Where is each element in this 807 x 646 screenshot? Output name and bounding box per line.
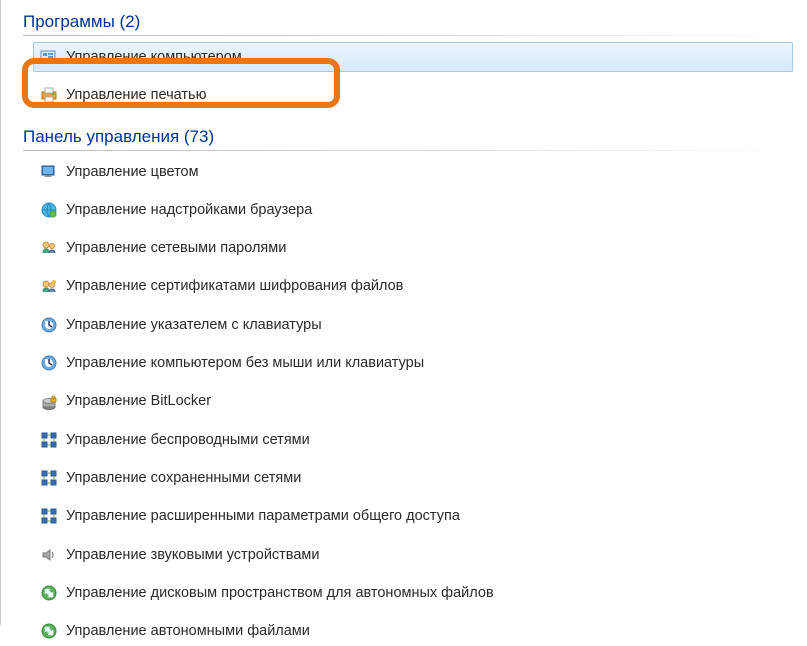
programs-items: Управление компьютером Управление печать… [19, 42, 799, 111]
result-computer-management[interactable]: Управление компьютером [33, 42, 793, 72]
section-header-control-panel: Панель управления (73) [23, 127, 799, 149]
control-panel-items: Управление цветом Управление надстройкам… [19, 157, 799, 646]
section-title: Программы (2) [23, 12, 140, 31]
result-wireless-networks[interactable]: Управление беспроводными сетями [33, 425, 793, 455]
result-sound-devices[interactable]: Управление звуковыми устройствами [33, 540, 793, 570]
result-print-management[interactable]: Управление печатью [33, 80, 793, 110]
result-label: Управление цветом [66, 162, 199, 182]
color-icon [40, 163, 58, 181]
result-bitlocker[interactable]: Управление BitLocker [33, 386, 793, 416]
result-label: Управление автономными файлами [66, 621, 310, 641]
result-label: Управление указателем с клавиатуры [66, 315, 322, 335]
result-color-management[interactable]: Управление цветом [33, 157, 793, 187]
browser-addons-icon [40, 201, 58, 219]
result-browser-addons[interactable]: Управление надстройками браузера [33, 195, 793, 225]
result-saved-networks[interactable]: Управление сохраненными сетями [33, 463, 793, 493]
section-header-programs: Программы (2) [23, 12, 799, 34]
result-disk-offline-files[interactable]: Управление дисковым пространством для ав… [33, 578, 793, 608]
result-label: Управление беспроводными сетями [66, 430, 310, 450]
wireless-icon [40, 431, 58, 449]
result-mouse-keyboard[interactable]: Управление указателем с клавиатуры [33, 310, 793, 340]
result-label: Управление компьютером [66, 47, 242, 67]
result-label: Управление BitLocker [66, 391, 211, 411]
result-label: Управление сетевыми паролями [66, 238, 286, 258]
result-label: Управление расширенными параметрами обще… [66, 506, 460, 526]
result-sharing-advanced[interactable]: Управление расширенными параметрами обще… [33, 501, 793, 531]
disk-space-icon [40, 584, 58, 602]
result-offline-files[interactable]: Управление автономными файлами [33, 616, 793, 646]
saved-networks-icon [40, 469, 58, 487]
network-passwords-icon [40, 239, 58, 257]
sound-icon [40, 546, 58, 564]
result-network-passwords[interactable]: Управление сетевыми паролями [33, 233, 793, 263]
certificates-icon [40, 278, 58, 296]
accessibility-icon [40, 354, 58, 372]
result-label: Управление сертификатами шифрования файл… [66, 276, 403, 296]
sharing-icon [40, 507, 58, 525]
computer-mgmt-icon [40, 48, 58, 66]
result-label: Управление сохраненными сетями [66, 468, 301, 488]
search-results-panel: Программы (2) Управление компьютером Упр… [1, 0, 807, 646]
section-title: Панель управления (73) [23, 127, 214, 146]
result-accessibility[interactable]: Управление компьютером без мыши или клав… [33, 348, 793, 378]
result-certificates[interactable]: Управление сертификатами шифрования файл… [33, 271, 793, 301]
printer-icon [40, 86, 58, 104]
result-label: Управление звуковыми устройствами [66, 545, 319, 565]
result-label: Управление печатью [66, 85, 206, 105]
bitlocker-icon [40, 393, 58, 411]
result-label: Управление надстройками браузера [66, 200, 312, 220]
mouse-keyboard-icon [40, 316, 58, 334]
result-label: Управление компьютером без мыши или клав… [66, 353, 424, 373]
result-label: Управление дисковым пространством для ав… [66, 583, 494, 603]
